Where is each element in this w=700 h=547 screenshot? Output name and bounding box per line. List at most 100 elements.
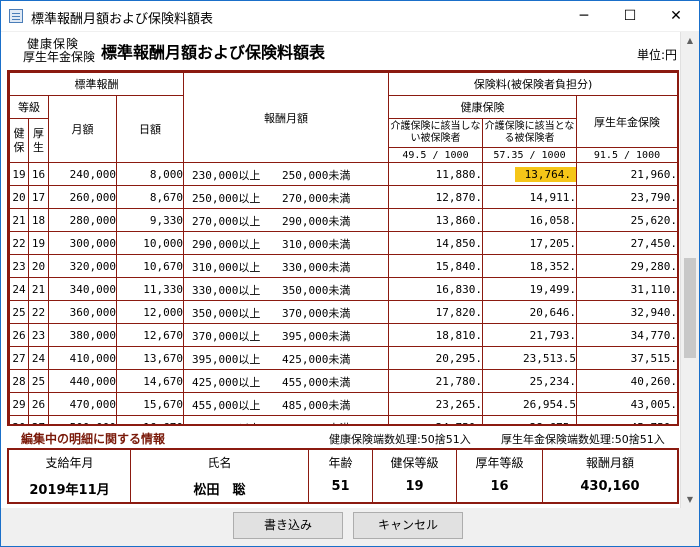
kosei-grade-cell[interactable]: 16 (28, 162, 49, 186)
premium-care-applicable-cell[interactable]: 13,764. (482, 162, 577, 186)
premium-care-applicable-cell[interactable]: 23,513.5 (482, 346, 577, 370)
kenpo-grade-cell[interactable]: 20 (9, 185, 29, 209)
premium-care-applicable-cell[interactable]: 20,646. (482, 300, 577, 324)
kenpo-grade-cell[interactable]: 23 (9, 254, 29, 278)
premium-pension-cell[interactable]: 32,940. (575, 300, 677, 324)
table-row[interactable]: 28 25 440,000 14,670 425,000以上 455,000未満 21,78… (9, 369, 677, 393)
write-button[interactable]: 書き込み (233, 512, 343, 539)
kosei-grade-cell[interactable]: 22 (28, 300, 49, 324)
maximize-button[interactable]: ☐ (607, 1, 653, 31)
kenpo-grade-cell[interactable]: 30 (9, 415, 29, 424)
remuneration-range-cell[interactable]: 425,000以上 455,000未満 (183, 369, 389, 393)
premium-care-applicable-cell[interactable]: 26,954.5 (482, 392, 577, 416)
table-row[interactable]: 21 18 280,000 9,330 270,000以上 290,000未満 13,860… (9, 208, 677, 232)
table-row[interactable]: 3027500,00016,670 485,000以上 515,000未満 24,75… (9, 415, 677, 424)
premium-care-not-applicable-cell[interactable]: 21,780. (388, 369, 483, 393)
kosei-grade-cell[interactable]: 20 (28, 254, 49, 278)
table-row[interactable]: 24 21 340,000 11,330 330,000以上 350,000未満 16,83… (9, 277, 677, 301)
daily-amount-cell[interactable]: 10,670 (116, 254, 184, 278)
table-row[interactable]: 27 24 410,000 13,670 395,000以上 425,000未満 20,29… (9, 346, 677, 370)
table-row[interactable]: 20 17 260,000 8,670 250,000以上 270,000未満 12,870… (9, 185, 677, 209)
premium-care-not-applicable-cell[interactable]: 13,860. (388, 208, 483, 232)
monthly-amount-cell[interactable]: 410,000 (48, 346, 117, 370)
remuneration-range-cell[interactable]: 370,000以上 395,000未満 (183, 323, 389, 347)
remuneration-range-cell[interactable]: 485,000以上 515,000未満 (183, 415, 389, 424)
daily-amount-cell[interactable]: 16,670 (116, 415, 184, 424)
premium-care-applicable-cell[interactable]: 17,205. (482, 231, 577, 255)
daily-amount-cell[interactable]: 14,670 (116, 369, 184, 393)
daily-amount-cell[interactable]: 12,670 (116, 323, 184, 347)
daily-amount-cell[interactable]: 13,670 (116, 346, 184, 370)
premium-pension-cell[interactable]: 34,770. (575, 323, 677, 347)
remuneration-range-cell[interactable]: 230,000以上 250,000未満 (183, 162, 389, 186)
table-row[interactable]: 29 26 470,000 15,670 455,000以上 485,000未満 23,26… (9, 392, 677, 416)
remuneration-range-cell[interactable]: 350,000以上 370,000未満 (183, 300, 389, 324)
premium-pension-cell[interactable]: 27,450. (575, 231, 677, 255)
kenpo-grade-cell[interactable]: 27 (9, 346, 29, 370)
premium-care-not-applicable-cell[interactable]: 20,295. (388, 346, 483, 370)
kenpo-grade-cell[interactable]: 29 (9, 392, 29, 416)
scrollbar-thumb[interactable] (684, 258, 696, 358)
premium-care-not-applicable-cell[interactable]: 12,870. (388, 185, 483, 209)
table-row[interactable]: 19 16 240,000 8,000 230,000以上 250,000未満 11,880… (9, 162, 677, 186)
table-row[interactable]: 23 20 320,000 10,670 310,000以上 330,000未満 15,84… (9, 254, 677, 278)
kosei-grade-cell[interactable]: 27 (28, 415, 49, 424)
monthly-amount-cell[interactable]: 300,000 (48, 231, 117, 255)
table-row[interactable]: 25 22 360,000 12,000 350,000以上 370,000未満 17,82… (9, 300, 677, 324)
premium-care-not-applicable-cell[interactable]: 24,750. (388, 415, 483, 424)
kosei-grade-cell[interactable]: 23 (28, 323, 49, 347)
premium-pension-cell[interactable]: 23,790. (575, 185, 677, 209)
kenpo-grade-cell[interactable]: 28 (9, 369, 29, 393)
vertical-scrollbar[interactable]: ▲ ▼ (680, 32, 699, 508)
premium-care-applicable-cell[interactable]: 19,499. (482, 277, 577, 301)
premium-pension-cell[interactable]: 25,620. (575, 208, 677, 232)
table-row[interactable]: 26 23 380,000 12,670 370,000以上 395,000未満 18,81… (9, 323, 677, 347)
remuneration-range-cell[interactable]: 310,000以上 330,000未満 (183, 254, 389, 278)
scroll-up-icon[interactable]: ▲ (681, 32, 699, 49)
monthly-amount-cell[interactable]: 470,000 (48, 392, 117, 416)
daily-amount-cell[interactable]: 8,000 (116, 162, 184, 186)
remuneration-range-cell[interactable]: 250,000以上 270,000未満 (183, 185, 389, 209)
daily-amount-cell[interactable]: 15,670 (116, 392, 184, 416)
monthly-amount-cell[interactable]: 260,000 (48, 185, 117, 209)
monthly-amount-cell[interactable]: 360,000 (48, 300, 117, 324)
monthly-amount-cell[interactable]: 380,000 (48, 323, 117, 347)
table-row[interactable]: 22 19 300,000 10,000 290,000以上 310,000未満 14,85… (9, 231, 677, 255)
daily-amount-cell[interactable]: 11,330 (116, 277, 184, 301)
kosei-grade-cell[interactable]: 24 (28, 346, 49, 370)
remuneration-range-cell[interactable]: 270,000以上 290,000未満 (183, 208, 389, 232)
remuneration-range-cell[interactable]: 330,000以上 350,000未満 (183, 277, 389, 301)
kenpo-grade-cell[interactable]: 24 (9, 277, 29, 301)
premium-care-not-applicable-cell[interactable]: 16,830. (388, 277, 483, 301)
premium-care-not-applicable-cell[interactable]: 11,880. (388, 162, 483, 186)
kosei-grade-cell[interactable]: 17 (28, 185, 49, 209)
premium-care-applicable-cell[interactable]: 21,793. (482, 323, 577, 347)
daily-amount-cell[interactable]: 8,670 (116, 185, 184, 209)
premium-table[interactable]: 標準報酬 報酬月額 保険料(被保険者負担分) 等級 月額 日額 健康保険 厚生年… (7, 70, 679, 426)
monthly-amount-cell[interactable]: 500,000 (48, 415, 117, 424)
kosei-grade-cell[interactable]: 25 (28, 369, 49, 393)
close-button[interactable]: ✕ (653, 1, 699, 31)
monthly-amount-cell[interactable]: 440,000 (48, 369, 117, 393)
monthly-amount-cell[interactable]: 340,000 (48, 277, 117, 301)
premium-care-not-applicable-cell[interactable]: 23,265. (388, 392, 483, 416)
daily-amount-cell[interactable]: 10,000 (116, 231, 184, 255)
kenpo-grade-cell[interactable]: 26 (9, 323, 29, 347)
daily-amount-cell[interactable]: 9,330 (116, 208, 184, 232)
premium-pension-cell[interactable]: 31,110. (575, 277, 677, 301)
kosei-grade-cell[interactable]: 21 (28, 277, 49, 301)
premium-care-applicable-cell[interactable]: 25,234. (482, 369, 577, 393)
premium-care-applicable-cell[interactable]: 14,911. (482, 185, 577, 209)
daily-amount-cell[interactable]: 12,000 (116, 300, 184, 324)
premium-care-applicable-cell[interactable]: 28,675. (482, 415, 577, 424)
kosei-grade-cell[interactable]: 26 (28, 392, 49, 416)
kenpo-grade-cell[interactable]: 21 (9, 208, 29, 232)
kosei-grade-cell[interactable]: 18 (28, 208, 49, 232)
premium-pension-cell[interactable]: 37,515. (575, 346, 677, 370)
remuneration-range-cell[interactable]: 455,000以上 485,000未満 (183, 392, 389, 416)
kenpo-grade-cell[interactable]: 25 (9, 300, 29, 324)
premium-care-not-applicable-cell[interactable]: 15,840. (388, 254, 483, 278)
premium-pension-cell[interactable]: 21,960. (575, 162, 677, 186)
monthly-amount-cell[interactable]: 280,000 (48, 208, 117, 232)
premium-pension-cell[interactable]: 43,005. (575, 392, 677, 416)
